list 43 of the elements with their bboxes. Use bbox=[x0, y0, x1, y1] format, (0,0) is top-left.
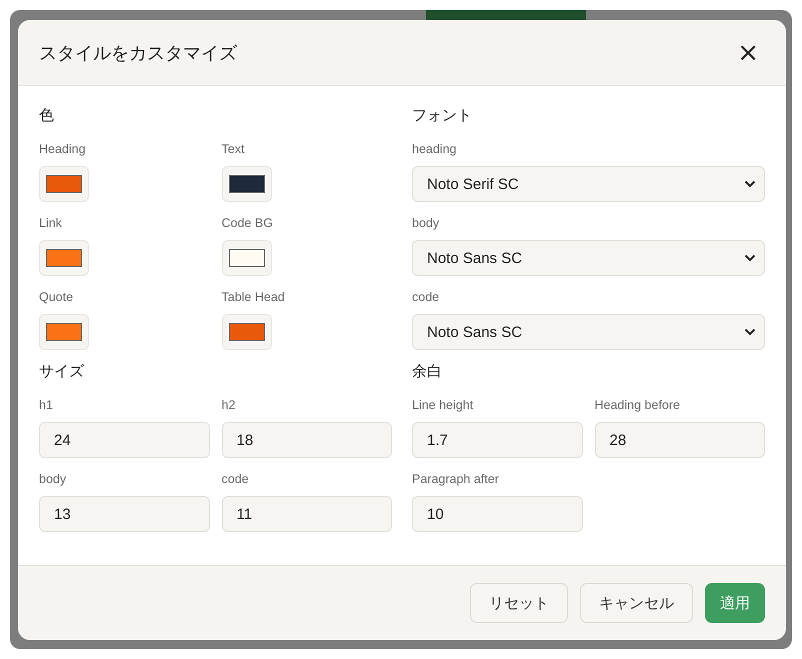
number-field[interactable]: 24 bbox=[39, 422, 210, 458]
field-label: code bbox=[412, 290, 440, 306]
field-label: h2 bbox=[222, 398, 236, 414]
field-label: Quote bbox=[39, 290, 74, 306]
chevron-down-icon bbox=[744, 328, 756, 336]
footer-button[interactable]: キャンセル bbox=[580, 583, 693, 623]
color-picker[interactable] bbox=[39, 166, 89, 202]
color-picker[interactable] bbox=[222, 240, 272, 276]
number-field[interactable]: 1.7 bbox=[412, 422, 582, 458]
section-heading: 余白 bbox=[412, 362, 443, 382]
field-label: Paragraph after bbox=[412, 472, 500, 488]
number-field[interactable]: 18 bbox=[222, 422, 392, 458]
field-label: Link bbox=[39, 216, 63, 232]
close-button[interactable]: × bbox=[731, 40, 765, 66]
number-field[interactable]: 11 bbox=[222, 496, 392, 532]
field-label: heading bbox=[412, 142, 458, 158]
color-picker[interactable] bbox=[222, 314, 272, 350]
footer-button[interactable]: リセット bbox=[470, 583, 568, 623]
number-field[interactable]: 10 bbox=[412, 496, 582, 532]
chevron-down-icon bbox=[744, 180, 756, 188]
font-dropdown[interactable]: Noto Sans SC bbox=[412, 314, 765, 350]
section-heading: サイズ bbox=[39, 362, 85, 382]
number-field[interactable]: 28 bbox=[594, 422, 765, 458]
color-picker[interactable] bbox=[222, 166, 272, 202]
font-dropdown[interactable]: Noto Serif SC bbox=[412, 166, 765, 202]
field-label: Code BG bbox=[222, 216, 274, 232]
color-picker[interactable] bbox=[39, 314, 89, 350]
field-label: Heading before bbox=[594, 398, 681, 414]
field-label: h1 bbox=[39, 398, 54, 414]
field-label: code bbox=[222, 472, 250, 488]
field-label: Text bbox=[222, 142, 246, 158]
field-label: Line height bbox=[412, 398, 474, 414]
number-field[interactable]: 13 bbox=[39, 496, 210, 532]
field-label: Table Head bbox=[222, 290, 286, 306]
font-dropdown[interactable]: Noto Sans SC bbox=[412, 240, 765, 276]
field-label: body bbox=[39, 472, 68, 488]
field-label: Heading bbox=[39, 142, 87, 158]
color-picker[interactable] bbox=[39, 240, 89, 276]
section-heading: 色 bbox=[39, 106, 55, 126]
dialog-title: スタイルをカスタマイズ bbox=[39, 42, 237, 64]
chevron-down-icon bbox=[744, 254, 756, 262]
section-heading: フォント bbox=[412, 106, 473, 126]
field-label: body bbox=[412, 216, 440, 232]
